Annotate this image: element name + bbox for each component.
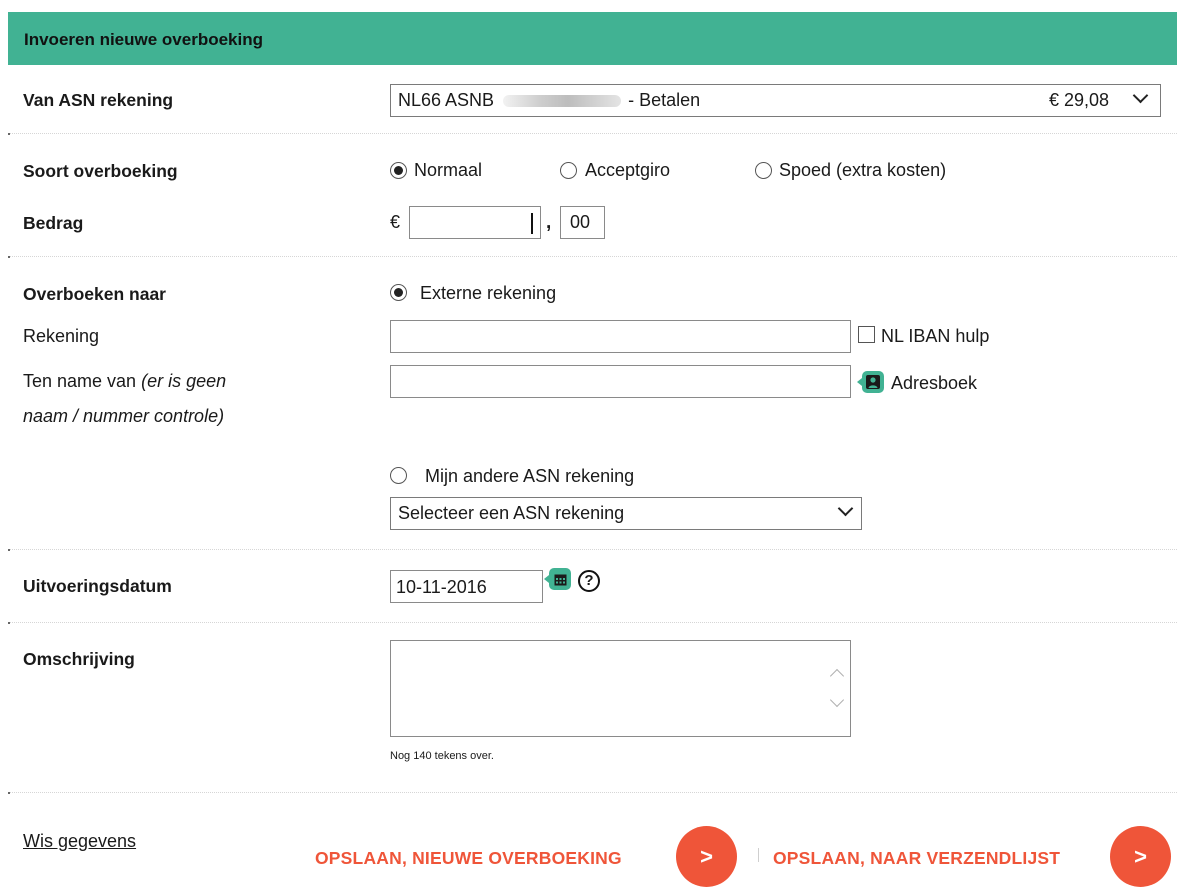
addressbook-icon[interactable] <box>857 371 884 393</box>
arrow-right-icon: > <box>1134 843 1147 869</box>
from-account-select[interactable]: NL66 ASNB - Betalen € 29,08 <box>390 84 1161 117</box>
description-label: Omschrijving <box>23 649 135 669</box>
name-label: Ten name van (er is geen <box>23 371 227 391</box>
transfer-type-label: Soort overboeking <box>23 161 178 181</box>
account-input[interactable] <box>390 320 851 353</box>
save-new-transfer-button[interactable]: > <box>676 826 737 887</box>
person-icon <box>866 375 880 389</box>
name-note: naam / nummer controle) <box>23 406 224 427</box>
option-normaal-label: Normaal <box>414 160 483 180</box>
own-account-select[interactable]: Selecteer een ASN rekening <box>390 497 862 530</box>
name-input[interactable] <box>390 365 851 398</box>
chars-remaining: Nog 140 tekens over. <box>390 750 494 762</box>
chevron-down-icon <box>837 500 854 517</box>
scroll-up-icon[interactable] <box>829 668 845 684</box>
save-to-list-label[interactable]: OPSLAAN, NAAR VERZENDLIJST <box>773 848 1060 869</box>
clear-link[interactable]: Wis gegevens <box>23 831 136 852</box>
radio-spoed[interactable] <box>755 162 772 179</box>
radio-acceptgiro[interactable] <box>560 162 577 179</box>
account-label: Rekening <box>23 326 100 346</box>
divider <box>8 256 1177 258</box>
amount-whole-input[interactable] <box>409 206 541 239</box>
amount-label: Bedrag <box>23 213 84 233</box>
from-account-suffix: - Betalen <box>628 90 701 110</box>
save-new-transfer-label[interactable]: OPSLAAN, NIEUWE OVERBOEKING <box>315 848 622 869</box>
name-note-line1: (er is geen <box>141 371 227 391</box>
calendar-icon[interactable] <box>544 568 571 590</box>
execution-date-label: Uitvoeringsdatum <box>23 576 172 596</box>
divider <box>8 622 1177 624</box>
iban-help-label: NL IBAN hulp <box>881 326 990 346</box>
help-icon[interactable]: ? <box>578 570 600 592</box>
amount-cents-input[interactable]: 00 <box>560 206 605 239</box>
option-spoed-label: Spoed (extra kosten) <box>779 160 947 180</box>
calendar-glyph-icon <box>554 574 566 585</box>
divider <box>8 133 1177 135</box>
radio-normaal[interactable] <box>390 162 407 179</box>
decimal-separator: , <box>546 212 552 233</box>
text-cursor <box>531 213 533 234</box>
name-note-line2: naam / nummer controle) <box>23 406 225 426</box>
save-to-list-button[interactable]: > <box>1110 826 1171 887</box>
from-account-balance: € 29,08 <box>1049 90 1110 110</box>
currency-symbol: € <box>390 212 401 232</box>
description-textarea[interactable] <box>390 640 851 737</box>
execution-date-input[interactable]: 10-11-2016 <box>390 570 543 603</box>
chevron-down-icon <box>1132 87 1149 104</box>
arrow-right-icon: > <box>700 843 713 869</box>
transfer-to-label: Overboeken naar <box>23 284 166 304</box>
from-account-label: Van ASN rekening <box>23 90 174 110</box>
option-acceptgiro-label: Acceptgiro <box>585 160 671 180</box>
action-divider <box>758 848 759 862</box>
addressbook-link[interactable]: Adresboek <box>891 373 977 394</box>
scroll-down-icon[interactable] <box>829 692 845 708</box>
radio-external-account[interactable] <box>390 284 407 301</box>
divider <box>8 792 1177 794</box>
own-account-label: Mijn andere ASN rekening <box>425 466 635 486</box>
external-account-label: Externe rekening <box>420 283 557 303</box>
divider <box>8 549 1177 551</box>
page-title: Invoeren nieuwe overboeking <box>24 30 264 49</box>
from-account-prefix: NL66 ASNB <box>398 90 495 110</box>
masked-account-number <box>503 95 622 108</box>
iban-help-checkbox[interactable] <box>858 326 875 343</box>
radio-own-account[interactable] <box>390 467 407 484</box>
page-header: Invoeren nieuwe overboeking <box>8 12 1177 65</box>
